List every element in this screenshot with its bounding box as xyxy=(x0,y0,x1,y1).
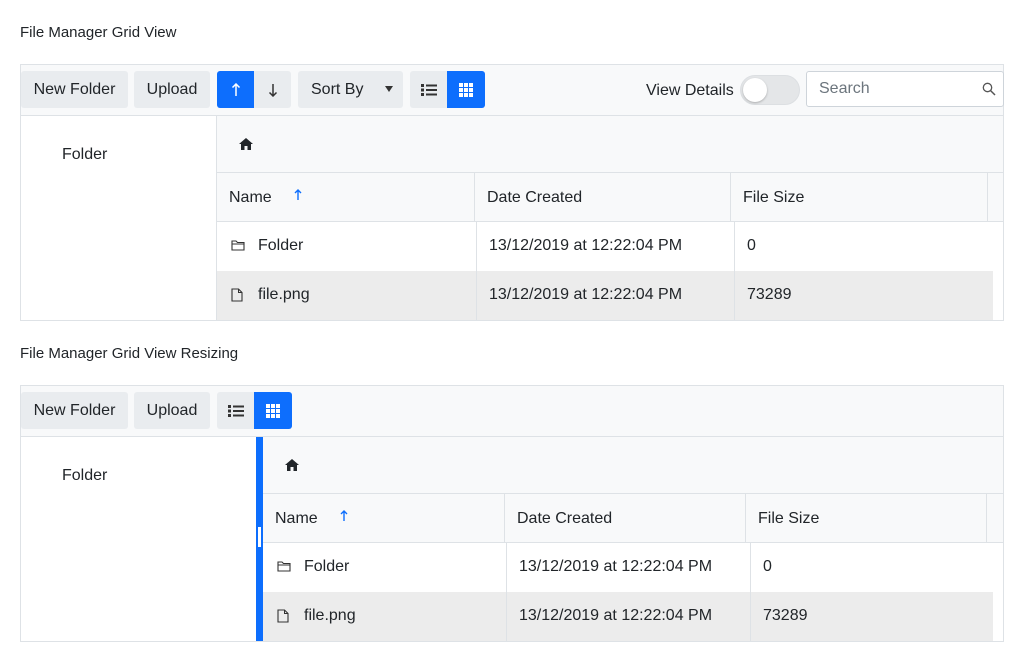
breadcrumb xyxy=(217,116,1003,173)
table-row[interactable]: file.png 13/12/2019 at 12:22:04 PM 73289 xyxy=(263,592,993,641)
tree-item-folder[interactable]: Folder xyxy=(62,146,107,164)
file-size: 73289 xyxy=(763,607,808,624)
folder-icon xyxy=(231,240,245,251)
search-icon[interactable] xyxy=(982,82,996,96)
name-cell: Folder xyxy=(263,543,507,592)
list-view-icon xyxy=(420,83,437,96)
search-input[interactable]: Search xyxy=(806,71,1004,107)
sort-by-label: Sort By xyxy=(311,80,364,98)
name-cell: file.png xyxy=(263,592,507,641)
table-row[interactable]: Folder 13/12/2019 at 12:22:04 PM 0 xyxy=(217,222,993,271)
home-icon[interactable] xyxy=(284,458,300,472)
name-cell: file.png xyxy=(217,271,477,320)
arrow-down-icon xyxy=(268,83,277,97)
table-row[interactable]: Folder 13/12/2019 at 12:22:04 PM 0 xyxy=(263,543,1003,592)
column-header-label: Name xyxy=(275,510,318,527)
column-header-label: Date Created xyxy=(517,510,613,527)
sort-ascending-icon xyxy=(340,510,348,521)
date-cell: 13/12/2019 at 12:22:04 PM xyxy=(477,271,735,320)
upload-button[interactable]: Upload xyxy=(134,392,210,429)
date-created: 13/12/2019 at 12:22:04 PM xyxy=(519,558,713,575)
column-header-name[interactable]: Name xyxy=(217,173,475,222)
column-header-label: File Size xyxy=(758,510,820,527)
size-cell: 73289 xyxy=(751,592,993,641)
new-folder-button[interactable]: New Folder xyxy=(21,71,128,108)
file-icon xyxy=(231,288,243,302)
column-header-size[interactable]: File Size xyxy=(746,494,987,543)
arrow-up-icon xyxy=(231,82,240,96)
date-created: 13/12/2019 at 12:22:04 PM xyxy=(489,237,683,254)
file-manager: New Folder Upload Sort By View Details S… xyxy=(20,64,1004,321)
grid-view-button[interactable] xyxy=(254,392,292,429)
upload-button[interactable]: Upload xyxy=(134,71,210,108)
date-cell: 13/12/2019 at 12:22:04 PM xyxy=(507,592,751,641)
grid-view-icon xyxy=(459,82,473,97)
toggle-knob xyxy=(743,78,767,102)
column-header-size[interactable]: File Size xyxy=(731,173,988,222)
list-view-icon xyxy=(227,404,244,417)
view-details-label: View Details xyxy=(646,82,734,99)
size-cell: 0 xyxy=(751,543,1003,592)
column-header-label: Date Created xyxy=(487,189,583,206)
file-name: Folder xyxy=(258,237,304,254)
sort-by-dropdown[interactable]: Sort By xyxy=(298,71,403,108)
file-name: file.png xyxy=(258,286,310,303)
sort-ascending-button[interactable] xyxy=(217,71,254,108)
date-cell: 13/12/2019 at 12:22:04 PM xyxy=(477,222,735,271)
name-cell: Folder xyxy=(217,222,477,271)
column-header-label: File Size xyxy=(743,189,805,206)
file-name: Folder xyxy=(304,558,350,575)
size-cell: 0 xyxy=(735,222,993,271)
sort-ascending-icon xyxy=(294,189,302,200)
size-cell: 73289 xyxy=(735,271,993,320)
view-details-toggle[interactable] xyxy=(740,75,800,105)
column-header-date[interactable]: Date Created xyxy=(505,494,746,543)
grid-view-icon xyxy=(266,403,280,418)
file-size: 73289 xyxy=(747,286,792,303)
new-folder-button[interactable]: New Folder xyxy=(21,392,128,429)
table-row[interactable]: file.png 13/12/2019 at 12:22:04 PM 73289 xyxy=(217,271,993,320)
file-size: 0 xyxy=(747,237,756,254)
file-icon xyxy=(277,609,289,623)
section-title: File Manager Grid View Resizing xyxy=(20,345,239,362)
pane-resize-handle[interactable] xyxy=(256,437,263,641)
sort-descending-button[interactable] xyxy=(254,71,291,108)
date-created: 13/12/2019 at 12:22:04 PM xyxy=(489,286,683,303)
home-icon[interactable] xyxy=(238,137,254,151)
section-title: File Manager Grid View xyxy=(20,24,177,41)
column-header-date[interactable]: Date Created xyxy=(475,173,731,222)
date-cell: 13/12/2019 at 12:22:04 PM xyxy=(507,543,751,592)
grid-header: Name Date Created File Size xyxy=(263,494,1003,543)
resize-grip xyxy=(258,527,261,547)
breadcrumb xyxy=(263,437,1003,494)
toolbar: New Folder Upload Sort By View Details S… xyxy=(21,65,1004,116)
list-view-button[interactable] xyxy=(410,71,447,108)
file-manager: New Folder Upload Folder Name Date Creat… xyxy=(20,385,1004,642)
file-name: file.png xyxy=(304,607,356,624)
navigation-pane: Folder xyxy=(21,116,217,320)
grid-header: Name Date Created File Size xyxy=(217,173,1003,222)
list-view-button[interactable] xyxy=(217,392,254,429)
content-pane: Name Date Created File Size Folder 13/12… xyxy=(263,437,1003,641)
folder-icon xyxy=(277,561,291,572)
chevron-down-icon xyxy=(385,86,393,92)
toolbar: New Folder Upload xyxy=(21,386,1003,437)
file-size: 0 xyxy=(763,558,772,575)
tree-item-folder[interactable]: Folder xyxy=(62,467,107,485)
search-placeholder: Search xyxy=(819,80,870,97)
grid-view-button[interactable] xyxy=(447,71,485,108)
navigation-pane: Folder xyxy=(21,437,257,641)
date-created: 13/12/2019 at 12:22:04 PM xyxy=(519,607,713,624)
content-pane: Name Date Created File Size Folder 13/12… xyxy=(217,116,1003,320)
column-header-label: Name xyxy=(229,189,272,206)
column-header-name[interactable]: Name xyxy=(263,494,505,543)
